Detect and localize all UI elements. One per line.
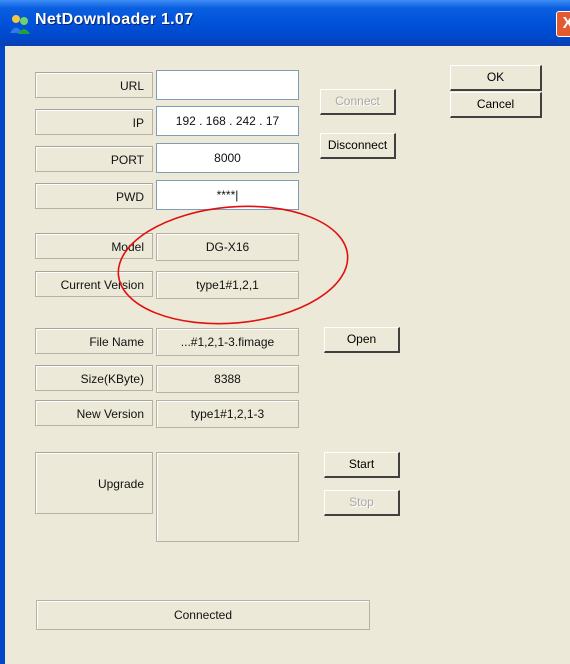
netdownloader-window: NetDownloader 1.07 X URL IP 192 . 168 . …: [0, 0, 570, 664]
title-bar[interactable]: NetDownloader 1.07 X: [0, 0, 570, 46]
upgrade-progress-box: [156, 452, 299, 542]
start-button[interactable]: Start: [324, 452, 400, 478]
new-version-value: type1#1,2,1-3: [156, 400, 299, 428]
stop-button[interactable]: Stop: [324, 490, 400, 516]
ip-label: IP: [35, 109, 153, 135]
file-name-value: ...#1,2,1-3.fimage: [156, 328, 299, 356]
window-frame-left: [0, 46, 5, 664]
new-version-label: New Version: [35, 400, 153, 426]
port-input[interactable]: 8000: [156, 143, 299, 173]
status-bar: Connected: [36, 600, 370, 630]
port-label: PORT: [35, 146, 153, 172]
url-label: URL: [35, 72, 153, 98]
ok-button[interactable]: OK: [450, 65, 542, 91]
connect-button[interactable]: Connect: [320, 89, 396, 115]
ip-address-input[interactable]: 192 . 168 . 242 . 17: [156, 106, 299, 136]
model-value: DG-X16: [156, 233, 299, 261]
url-input[interactable]: [156, 70, 299, 100]
current-version-label: Current Version: [35, 271, 153, 297]
people-icon: [10, 15, 30, 34]
password-input[interactable]: ****|: [156, 180, 299, 210]
file-name-label: File Name: [35, 328, 153, 354]
size-label: Size(KByte): [35, 365, 153, 391]
window-title: NetDownloader 1.07: [35, 11, 194, 28]
cancel-button[interactable]: Cancel: [450, 92, 542, 118]
model-label: Model: [35, 233, 153, 259]
size-value: 8388: [156, 365, 299, 393]
open-button[interactable]: Open: [324, 327, 400, 353]
current-version-value: type1#1,2,1: [156, 271, 299, 299]
pwd-label: PWD: [35, 183, 153, 209]
disconnect-button[interactable]: Disconnect: [320, 133, 396, 159]
upgrade-label: Upgrade: [35, 452, 153, 514]
close-button[interactable]: X: [556, 11, 570, 37]
